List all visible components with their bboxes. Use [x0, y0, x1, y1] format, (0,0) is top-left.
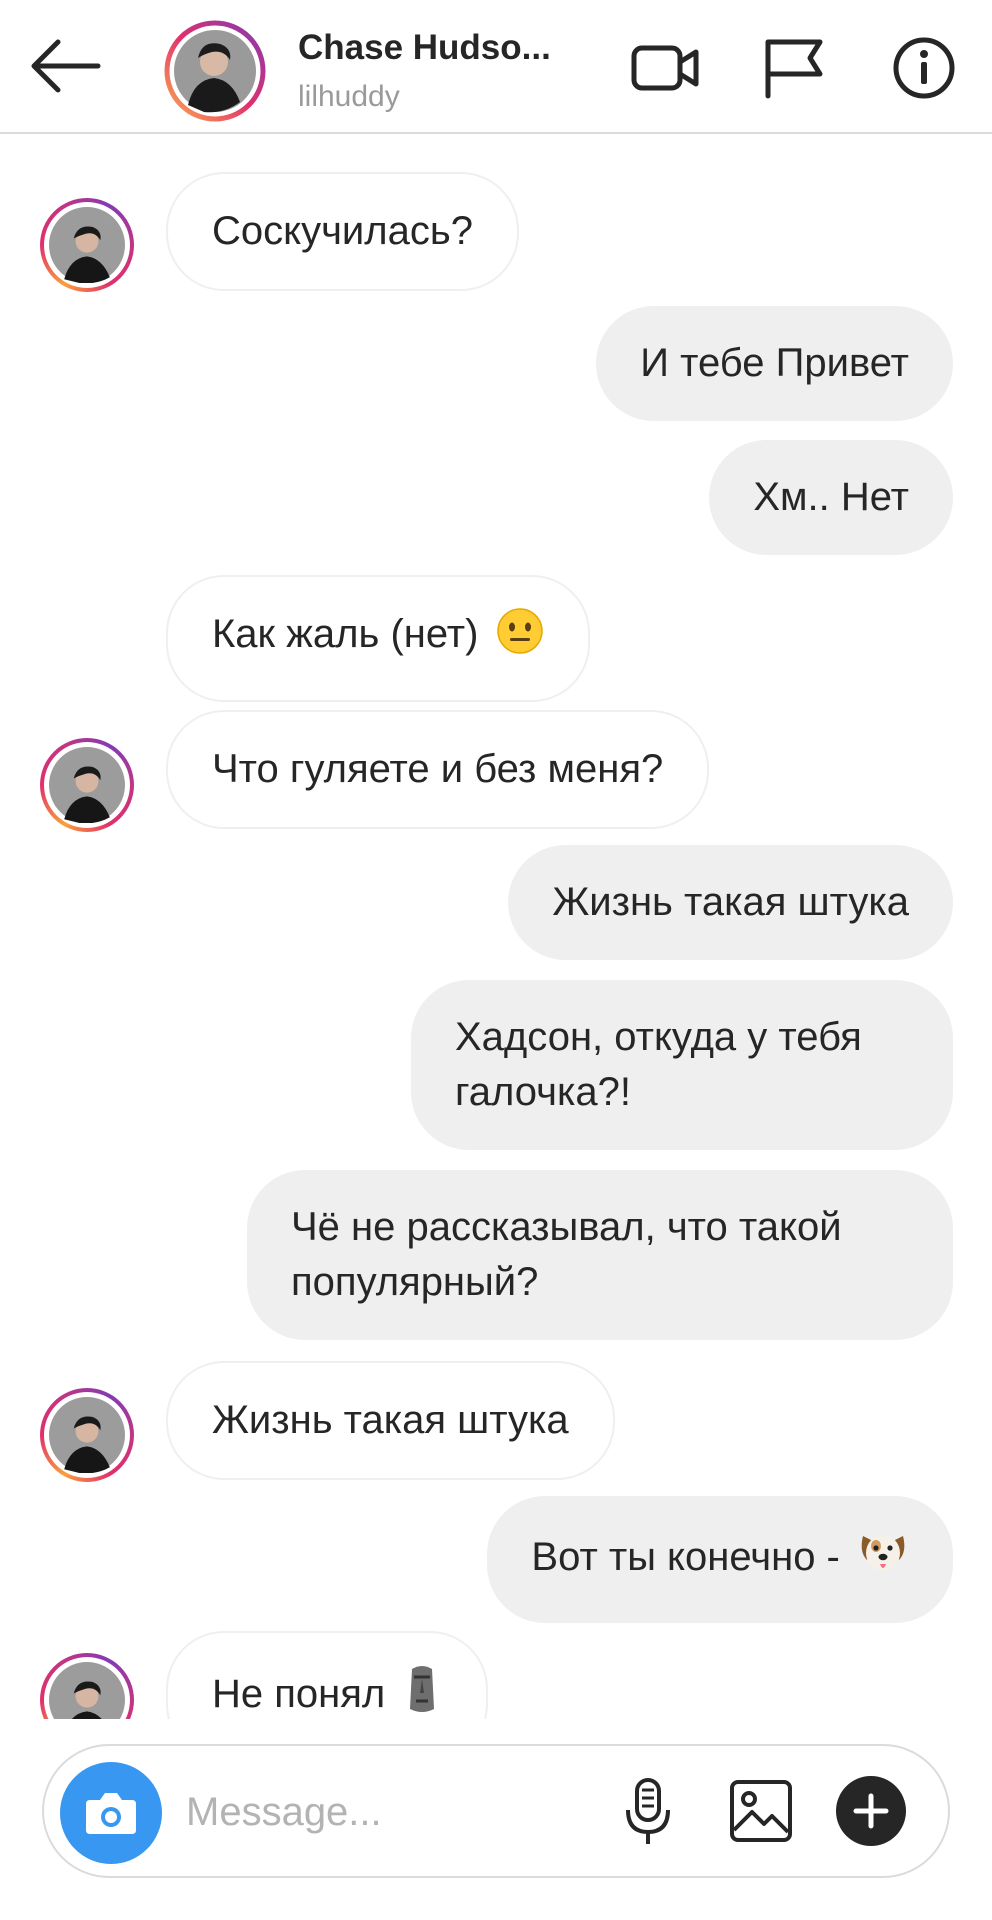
message-text: И тебе Привет	[640, 341, 909, 385]
gallery-button[interactable]	[728, 1778, 794, 1844]
sender-avatar[interactable]	[40, 1388, 134, 1482]
header-avatar[interactable]	[164, 20, 266, 122]
message-text: Хм.. Нет	[753, 475, 909, 519]
message-text: Жизнь такая штука	[212, 1398, 569, 1442]
message-text: Хадсон, откуда у тебя галочка?!	[455, 1015, 862, 1114]
chat-title[interactable]: Chase Hudso...	[298, 28, 568, 68]
camera-icon	[86, 1793, 136, 1834]
arrow-left-icon	[31, 39, 101, 93]
message-outgoing[interactable]: Вот ты конечно -	[487, 1496, 953, 1623]
message-input[interactable]	[186, 1782, 486, 1842]
avatar-image	[49, 1662, 125, 1719]
message-outgoing[interactable]: Чё не рассказывал, что такой популярный?	[247, 1170, 953, 1340]
message-thread[interactable]: Соскучилась? И тебе Привет Хм.. Нет Как …	[0, 134, 992, 1719]
message-incoming[interactable]: Не понял	[166, 1631, 489, 1719]
message-incoming[interactable]: Жизнь такая штука	[166, 1361, 615, 1480]
camera-button[interactable]	[60, 1762, 162, 1864]
direct-message-screen: Chase Hudso... lilhuddy Соскучилась? И т…	[0, 0, 992, 1920]
plus-icon	[853, 1793, 889, 1829]
message-outgoing[interactable]: Хадсон, откуда у тебя галочка?!	[411, 980, 953, 1150]
sender-avatar[interactable]	[40, 1653, 134, 1719]
info-button[interactable]	[888, 34, 960, 100]
neutral-face-icon	[496, 607, 544, 670]
video-camera-icon	[631, 45, 699, 91]
sender-avatar[interactable]	[40, 198, 134, 292]
message-outgoing[interactable]: Хм.. Нет	[709, 440, 953, 555]
message-composer	[42, 1744, 950, 1878]
video-call-button[interactable]	[630, 34, 702, 100]
message-text: Как жаль (нет)	[212, 612, 479, 656]
more-options-button[interactable]	[836, 1776, 906, 1846]
message-text: Вот ты конечно -	[531, 1535, 840, 1579]
message-outgoing[interactable]: Жизнь такая штука	[508, 845, 953, 960]
avatar-image	[49, 1397, 125, 1473]
message-text: Жизнь такая штука	[552, 880, 909, 924]
message-incoming[interactable]: Что гуляете и без меня?	[166, 710, 710, 829]
flag-icon	[765, 39, 823, 99]
message-text: Соскучилась?	[212, 209, 473, 253]
microphone-icon	[626, 1778, 670, 1844]
moai-icon	[402, 1663, 442, 1719]
chat-username: lilhuddy	[298, 80, 400, 113]
image-icon	[730, 1780, 792, 1842]
message-text: Что гуляете и без меня?	[212, 747, 664, 791]
chat-header: Chase Hudso... lilhuddy	[0, 0, 992, 134]
info-icon	[893, 37, 955, 99]
message-incoming[interactable]: Соскучилась?	[166, 172, 519, 291]
report-button[interactable]	[758, 34, 830, 100]
voice-message-button[interactable]	[620, 1776, 676, 1850]
message-outgoing[interactable]: И тебе Привет	[596, 306, 953, 421]
back-button[interactable]	[28, 34, 104, 98]
message-text: Не понял	[212, 1672, 386, 1716]
message-incoming[interactable]: Как жаль (нет)	[166, 575, 590, 702]
avatar-image	[49, 207, 125, 283]
dog-face-icon	[857, 1526, 909, 1593]
sender-avatar[interactable]	[40, 738, 134, 832]
avatar-image	[49, 747, 125, 823]
avatar-image	[164, 20, 266, 122]
message-text: Чё не рассказывал, что такой популярный?	[291, 1205, 842, 1304]
